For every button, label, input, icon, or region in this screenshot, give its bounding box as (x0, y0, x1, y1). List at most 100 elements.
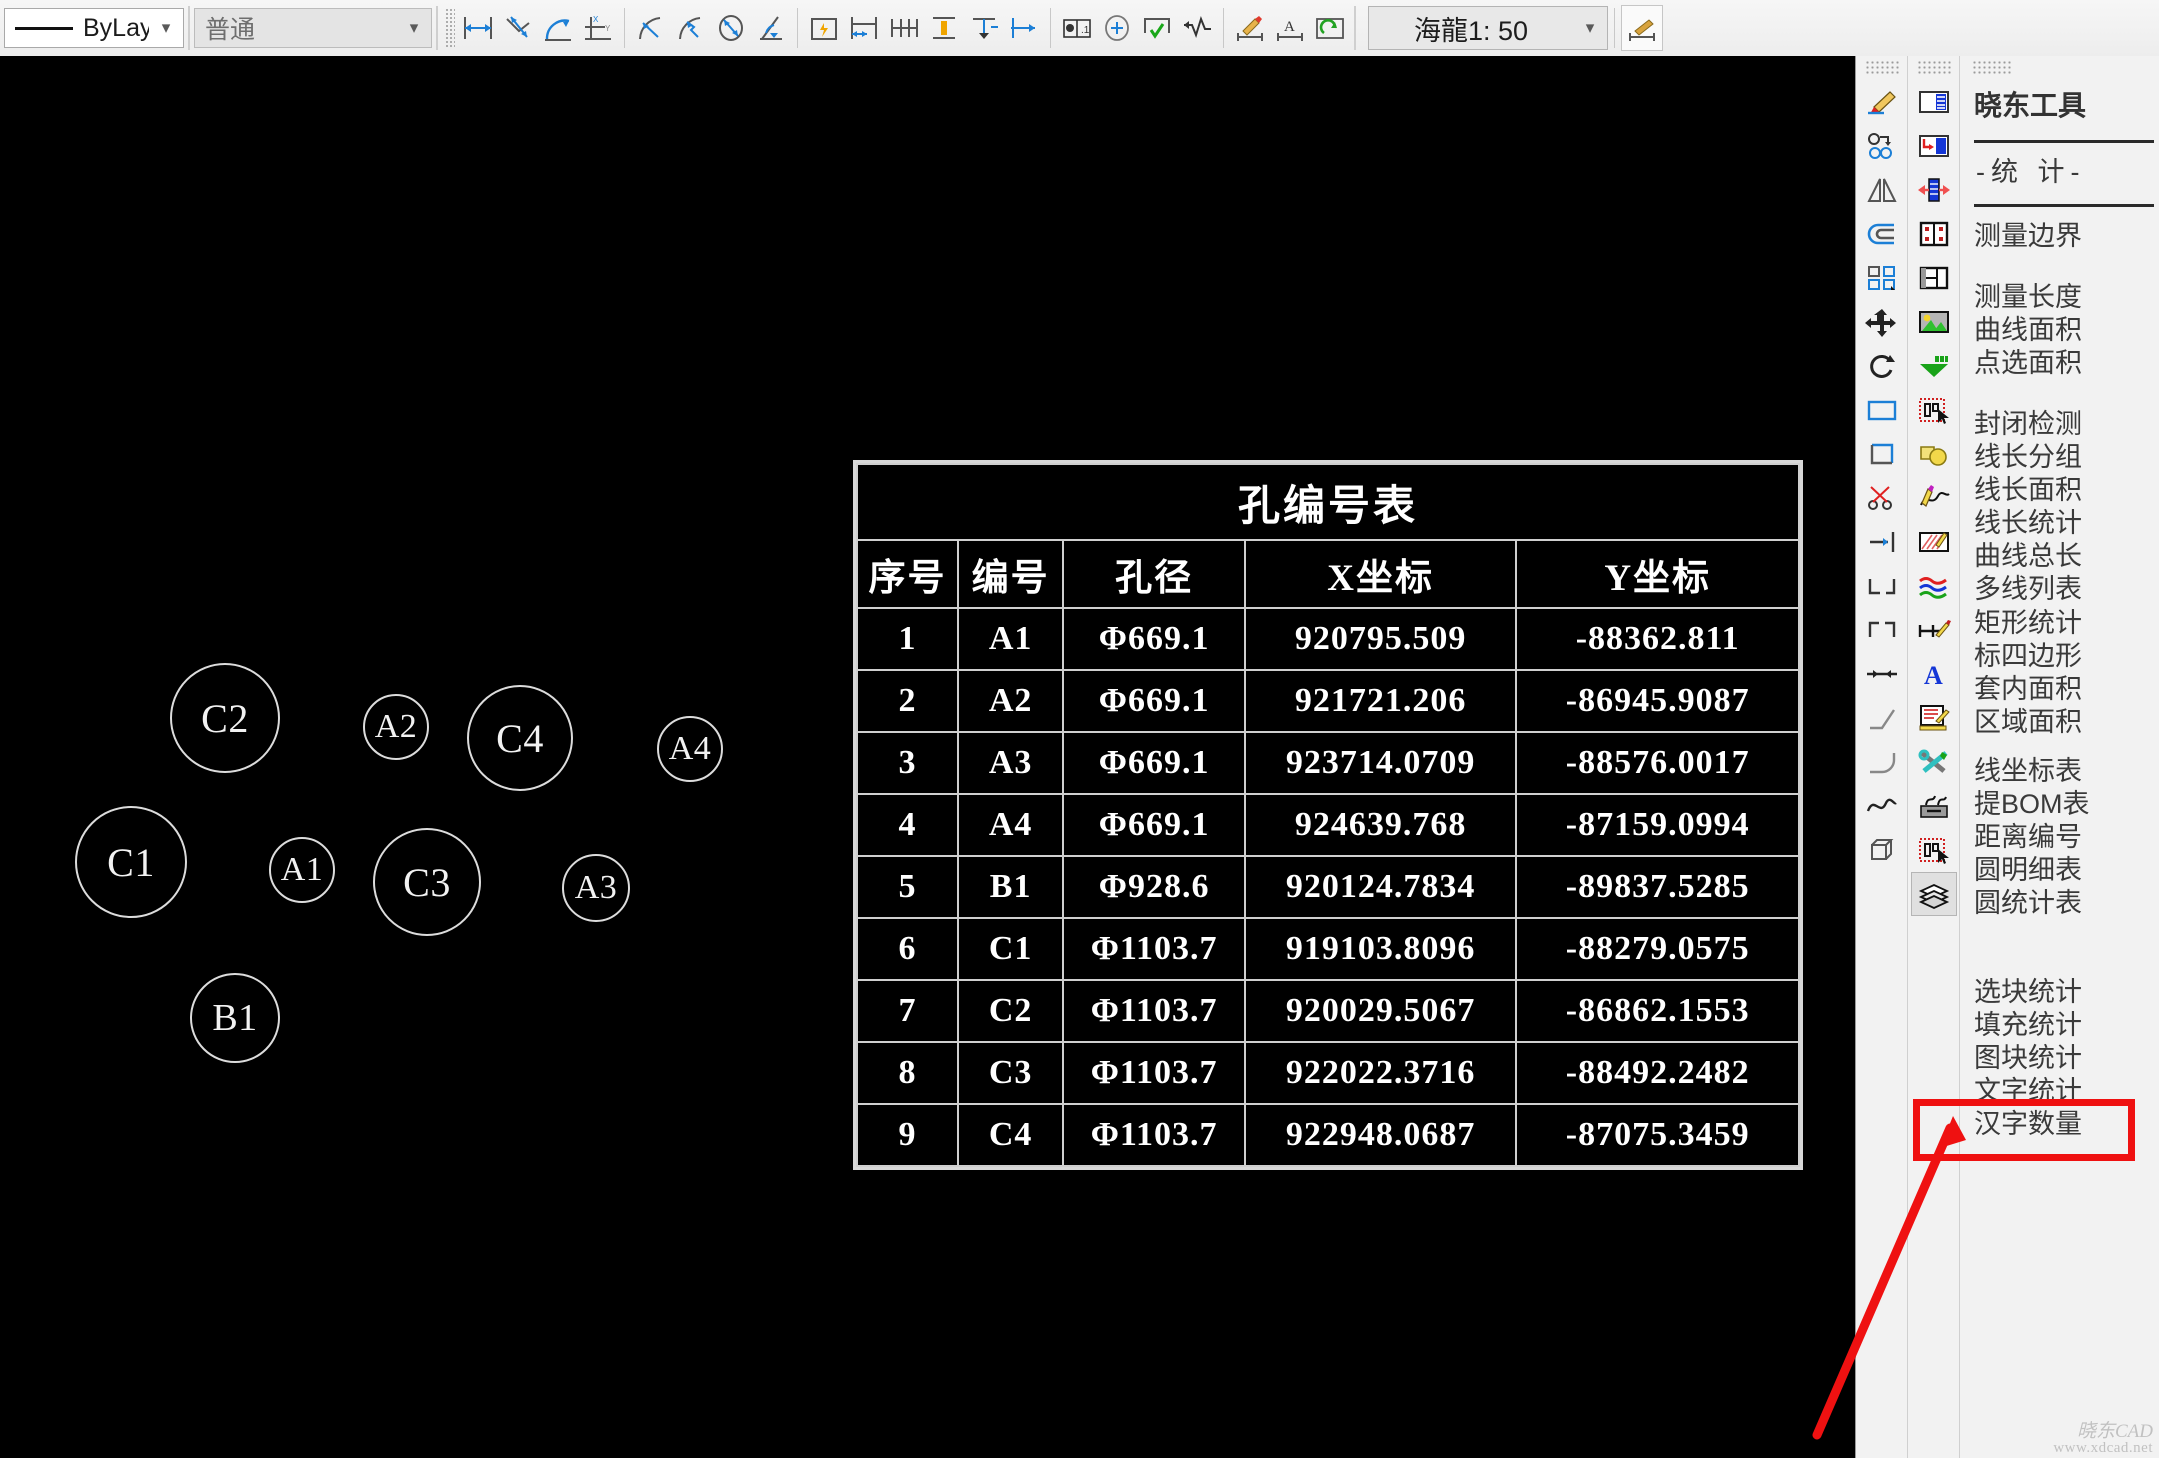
menu-item-多线列表[interactable]: 多线列表 (1974, 574, 2159, 605)
menu-item-标四边形[interactable]: 标四边形 (1974, 641, 2159, 672)
table-cells-icon[interactable] (1911, 212, 1957, 256)
tolerance-icon[interactable]: .1 (1057, 6, 1097, 50)
image-area-icon[interactable] (1911, 300, 1957, 344)
join-icon[interactable] (1859, 652, 1905, 696)
hatch-area-icon[interactable] (1911, 520, 1957, 564)
dimension-pencil-icon[interactable] (1911, 608, 1957, 652)
hole-circle-a2[interactable]: A2 (363, 694, 429, 760)
break-at-point-icon[interactable] (1859, 564, 1905, 608)
hole-circle-a1[interactable]: A1 (269, 837, 335, 903)
hole-circle-b1[interactable]: B1 (190, 973, 280, 1063)
color-lines-icon[interactable] (1911, 564, 1957, 608)
hole-circle-a3[interactable]: A3 (562, 854, 630, 922)
hole-circle-a4[interactable]: A4 (657, 716, 723, 782)
center-mark-icon[interactable] (1097, 6, 1137, 50)
menu-item-文字统计[interactable]: 文字统计 (1974, 1076, 2159, 1107)
region-merge-icon[interactable] (1911, 432, 1957, 476)
panel-drag-handle[interactable] (1864, 60, 1899, 74)
menu-item-线长面积[interactable]: 线长面积 (1974, 475, 2159, 506)
ordinate-dimension-icon[interactable]: XY (578, 6, 618, 50)
menu-item-区域面积[interactable]: 区域面积 (1974, 707, 2159, 738)
menu-item-提BOM表[interactable]: 提BOM表 (1974, 789, 2159, 820)
menu-item-图块统计[interactable]: 图块统计 (1974, 1043, 2159, 1074)
pick-block-icon[interactable] (1911, 828, 1957, 872)
linetype-combo[interactable]: 普通 ▾ (194, 8, 432, 48)
pick-area-icon[interactable] (1911, 388, 1957, 432)
radius-dimension-icon[interactable] (631, 6, 671, 50)
menu-item-线坐标表[interactable]: 线坐标表 (1974, 756, 2159, 787)
dimension-scale-combo[interactable]: 海龍1: 50 ▾ (1368, 6, 1608, 50)
hole-circle-c4[interactable]: C4 (467, 685, 573, 791)
edit-dimension-text-angle-icon[interactable]: A (1270, 6, 1310, 50)
chamfer-icon[interactable] (1859, 696, 1905, 740)
3d-box-icon[interactable] (1859, 828, 1905, 872)
table-split-icon[interactable] (1911, 256, 1957, 300)
menu-item-套内面积[interactable]: 套内面积 (1974, 674, 2159, 705)
menu-item-测量边界[interactable]: 测量边界 (1974, 221, 2159, 252)
arc-dimension-icon[interactable] (538, 6, 578, 50)
tools-cross-icon[interactable] (1911, 740, 1957, 784)
continue-dimension-icon[interactable] (884, 6, 924, 50)
text-style-A-icon[interactable]: A (1911, 652, 1957, 696)
table-compress-icon[interactable] (1911, 168, 1957, 212)
aligned-dimension-icon[interactable] (498, 6, 538, 50)
baseline-dimension-icon[interactable] (844, 6, 884, 50)
table-export-icon[interactable] (1911, 124, 1957, 168)
menu-item-圆明细表[interactable]: 圆明细表 (1974, 855, 2159, 886)
chevron-down-icon[interactable]: ▾ (149, 18, 183, 38)
quick-dimension-icon[interactable] (804, 6, 844, 50)
hole-circle-c3[interactable]: C3 (373, 828, 481, 936)
hole-circle-c2[interactable]: C2 (170, 663, 280, 773)
copy-object-icon[interactable] (1859, 124, 1905, 168)
fillet-icon[interactable] (1859, 740, 1905, 784)
menu-item-点选面积[interactable]: 点选面积 (1974, 348, 2159, 379)
hatch-gradient-icon[interactable] (1911, 344, 1957, 388)
inspect-dimension-icon[interactable] (1137, 6, 1177, 50)
edit-dimension-text-icon[interactable] (1230, 6, 1270, 50)
panel-drag-handle[interactable] (1916, 60, 1951, 74)
menu-item-曲线总长[interactable]: 曲线总长 (1974, 541, 2159, 572)
dimension-space-icon[interactable] (924, 6, 964, 50)
menu-item-线长分组[interactable]: 线长分组 (1974, 442, 2159, 473)
dimension-jog-line-icon[interactable] (1177, 6, 1217, 50)
menu-item-矩形统计[interactable]: 矩形统计 (1974, 608, 2159, 639)
menu-item-曲线面积[interactable]: 曲线面积 (1974, 315, 2159, 346)
table-insert-icon[interactable] (1911, 80, 1957, 124)
break-icon[interactable] (1859, 608, 1905, 652)
dimension-style-icon[interactable] (1621, 5, 1663, 51)
hole-circle-c1[interactable]: C1 (75, 806, 187, 918)
spline-icon[interactable] (1859, 784, 1905, 828)
block-stats-icon[interactable] (1911, 784, 1957, 828)
toolbar-drag-handle[interactable] (445, 8, 455, 48)
update-dimension-icon[interactable] (1310, 6, 1350, 50)
linear-dimension-icon[interactable] (458, 6, 498, 50)
diameter-dimension-icon[interactable] (711, 6, 751, 50)
menu-item-距离编号[interactable]: 距离编号 (1974, 822, 2159, 853)
dimension-break-icon[interactable] (964, 6, 1004, 50)
jogged-linear-icon[interactable] (1004, 6, 1044, 50)
menu-item-封闭检测[interactable]: 封闭检测 (1974, 409, 2159, 440)
note-edit-icon[interactable] (1911, 696, 1957, 740)
move-icon[interactable] (1859, 300, 1905, 344)
menu-item-汉字数量[interactable]: 汉字数量 (1974, 1109, 2159, 1140)
menu-item-填充统计[interactable]: 填充统计 (1974, 1010, 2159, 1041)
menu-item-线长统计[interactable]: 线长统计 (1974, 508, 2159, 539)
layers-stack-icon[interactable] (1910, 872, 1957, 916)
erase-pencil-icon[interactable] (1859, 80, 1905, 124)
layer-color-combo[interactable]: ByLayer ▾ (4, 8, 184, 48)
polyline-measure-icon[interactable] (1911, 476, 1957, 520)
extend-icon[interactable] (1859, 520, 1905, 564)
menu-item-圆统计表[interactable]: 圆统计表 (1974, 888, 2159, 919)
array-icon[interactable] (1859, 256, 1905, 300)
menu-item-选块统计[interactable]: 选块统计 (1974, 977, 2159, 1008)
trim-icon[interactable] (1859, 476, 1905, 520)
drawing-canvas[interactable]: C2 A2 C4 A4 C1 A1 C3 A3 B1 孔编号表 序号 编号 孔径 X坐标 Y坐标 1 A1 Φ6… (0, 56, 1855, 1458)
mirror-icon[interactable] (1859, 168, 1905, 212)
menu-item-测量长度[interactable]: 测量长度 (1974, 282, 2159, 313)
chevron-down-icon[interactable]: ▾ (397, 18, 431, 38)
jogged-radius-dimension-icon[interactable] (671, 6, 711, 50)
polygon-icon[interactable] (1859, 432, 1905, 476)
menu-drag-handle[interactable] (1972, 60, 2012, 74)
angular-dimension-icon[interactable] (751, 6, 791, 50)
offset-icon[interactable] (1859, 212, 1905, 256)
